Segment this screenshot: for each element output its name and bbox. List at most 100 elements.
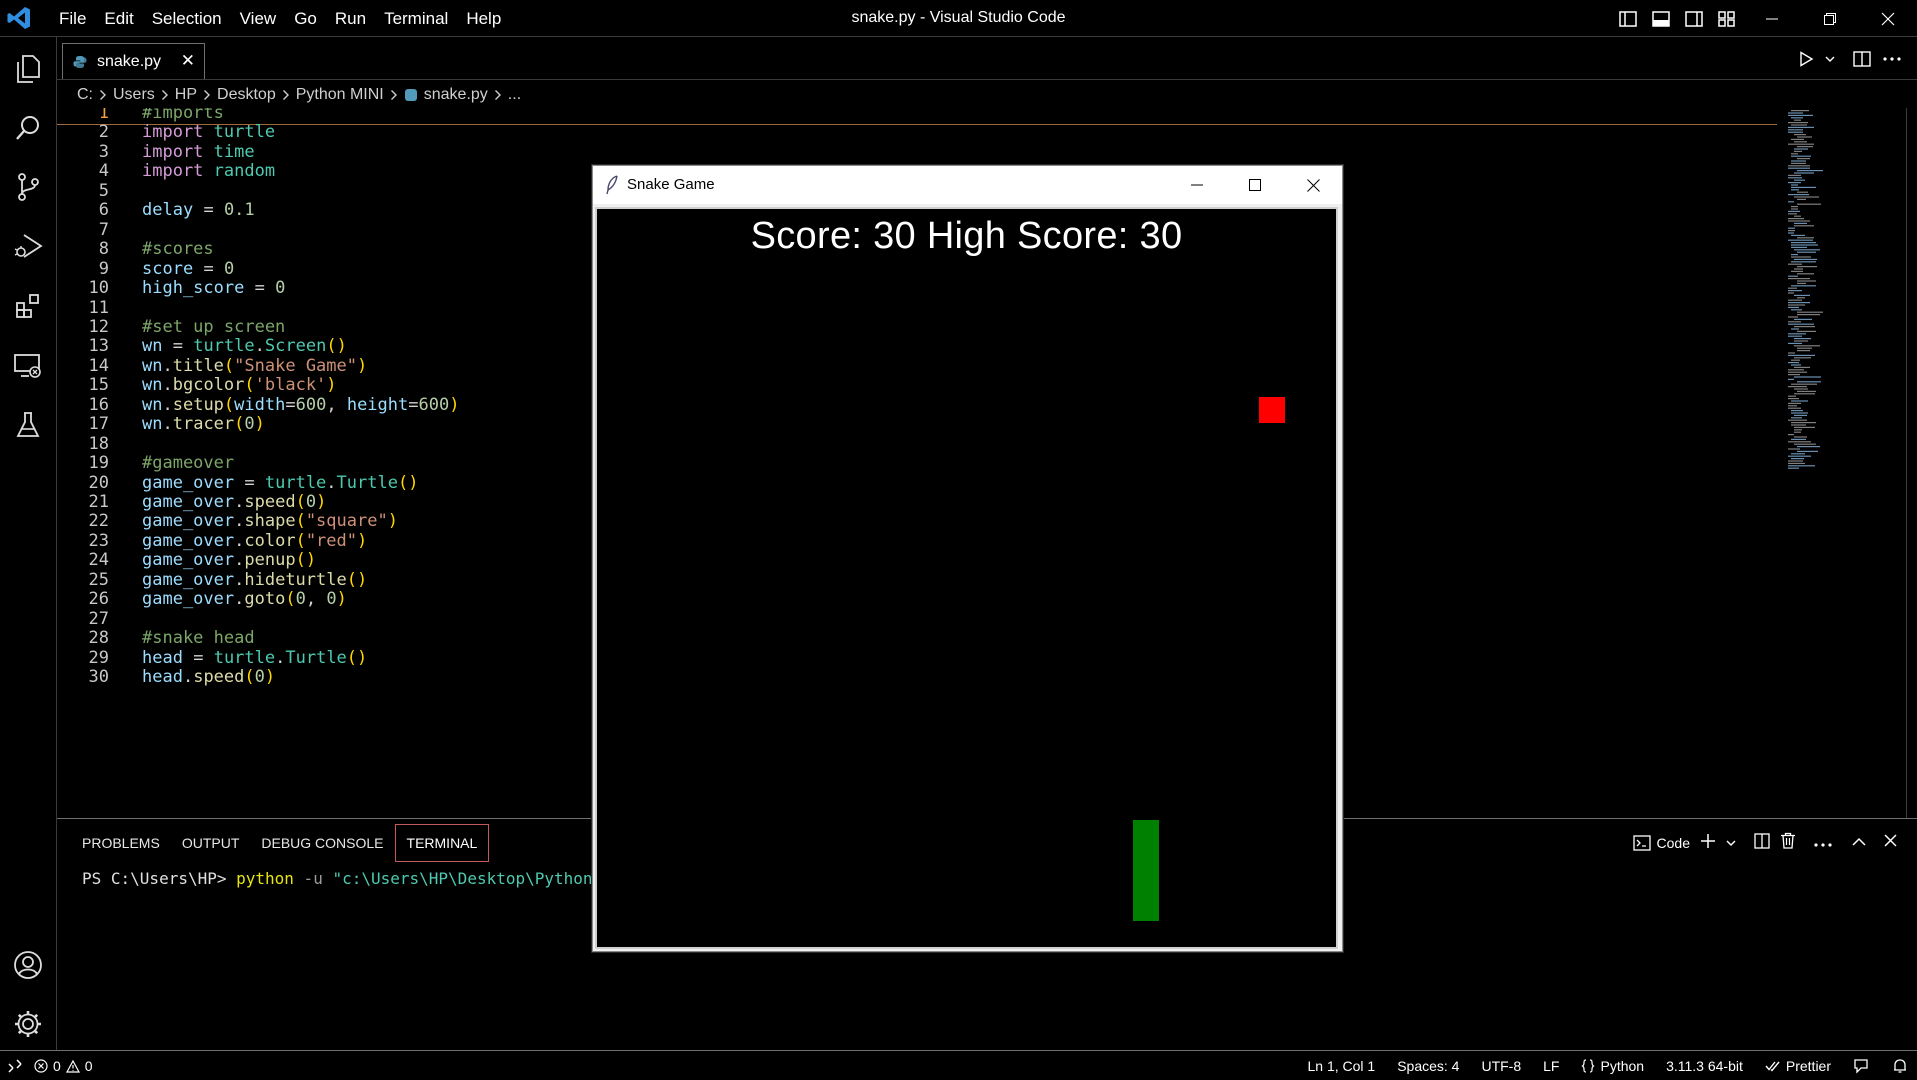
new-terminal-button[interactable] bbox=[1700, 833, 1716, 854]
extensions-button[interactable] bbox=[8, 286, 48, 326]
minimap-line bbox=[1788, 292, 1794, 294]
minimap-line bbox=[1794, 222, 1807, 224]
minimap-line bbox=[1791, 328, 1799, 330]
file-encoding[interactable]: UTF-8 bbox=[1481, 1058, 1521, 1074]
maximize-panel-button[interactable] bbox=[1852, 834, 1866, 852]
menu-selection[interactable]: Selection bbox=[143, 0, 231, 37]
accounts-button[interactable] bbox=[8, 945, 48, 985]
chevron-down-icon bbox=[1726, 840, 1736, 846]
menu-help[interactable]: Help bbox=[457, 0, 510, 37]
menu-file[interactable]: File bbox=[50, 0, 95, 37]
breadcrumb-item[interactable]: snake.py bbox=[424, 86, 488, 104]
tab-output[interactable]: OUTPUT bbox=[171, 825, 251, 861]
menu-terminal[interactable]: Terminal bbox=[375, 0, 457, 37]
split-editor-button[interactable] bbox=[1847, 44, 1877, 74]
language-mode[interactable]: Python bbox=[1581, 1058, 1644, 1074]
kill-terminal-button[interactable] bbox=[1780, 832, 1796, 854]
editor-scrollbar[interactable] bbox=[1906, 108, 1917, 818]
close-panel-button[interactable] bbox=[1884, 834, 1897, 852]
snake-close-button[interactable] bbox=[1284, 166, 1342, 204]
minimap-line bbox=[1788, 369, 1804, 371]
breadcrumb-item[interactable]: Python MINI bbox=[296, 86, 384, 104]
breadcrumb-item[interactable]: Users bbox=[113, 86, 155, 104]
remote-explorer-button[interactable] bbox=[8, 346, 48, 386]
menu-edit[interactable]: Edit bbox=[95, 0, 142, 37]
minimap-line bbox=[1794, 258, 1817, 260]
tab-terminal[interactable]: TERMINAL bbox=[394, 824, 490, 862]
minimap-line bbox=[1797, 330, 1816, 332]
split-terminal-button[interactable] bbox=[1754, 832, 1770, 854]
minimap-line bbox=[1794, 179, 1805, 181]
minimap-line bbox=[1788, 441, 1811, 443]
close-icon bbox=[1881, 12, 1895, 25]
snake-game-window[interactable]: Snake Game Score: 30 High Score: 30 bbox=[592, 165, 1343, 952]
terminal-argument: "c:\Users\HP\Desktop\Python MIN bbox=[332, 869, 632, 888]
breadcrumb-item[interactable]: C: bbox=[77, 86, 93, 104]
editor-tab-bar: snake.py ✕ bbox=[57, 37, 1917, 80]
snake-maximize-button[interactable] bbox=[1226, 166, 1284, 204]
remote-indicator-icon[interactable] bbox=[8, 1059, 22, 1073]
feather-icon bbox=[606, 175, 618, 195]
snake-window-titlebar[interactable]: Snake Game bbox=[593, 166, 1342, 204]
tab-close-icon[interactable]: ✕ bbox=[181, 51, 195, 71]
indentation-setting[interactable]: Spaces: 4 bbox=[1397, 1058, 1459, 1074]
problems-indicator[interactable]: 0 0 bbox=[34, 1058, 93, 1074]
minimap-line bbox=[1794, 443, 1816, 445]
minimap-line bbox=[1788, 402, 1801, 404]
warning-count: 0 bbox=[84, 1058, 93, 1074]
breadcrumb-item[interactable]: ... bbox=[508, 86, 521, 104]
snake-minimize-button[interactable] bbox=[1168, 166, 1226, 204]
terminal-profile-selector[interactable]: Code bbox=[1632, 835, 1690, 851]
layout-sidebar-left-icon bbox=[1618, 10, 1637, 27]
run-python-file-button[interactable] bbox=[1791, 44, 1821, 74]
minimap-line bbox=[1791, 160, 1806, 162]
game-canvas[interactable]: Score: 30 High Score: 30 bbox=[595, 207, 1338, 949]
testing-button[interactable] bbox=[8, 405, 48, 445]
manage-settings-button[interactable] bbox=[8, 1004, 48, 1044]
python-file-icon bbox=[404, 89, 417, 101]
panel-more-actions-button[interactable] bbox=[1814, 834, 1832, 852]
terminal-dropdown-button[interactable] bbox=[1726, 834, 1736, 852]
restore-button[interactable] bbox=[1801, 0, 1859, 37]
minimap-line bbox=[1791, 410, 1803, 412]
more-actions-button[interactable] bbox=[1877, 44, 1907, 74]
minimap-line bbox=[1794, 141, 1807, 143]
tab-problems[interactable]: PROBLEMS bbox=[71, 825, 171, 861]
formatter-status[interactable]: Prettier bbox=[1765, 1058, 1831, 1074]
minimap-line bbox=[1791, 438, 1806, 440]
python-interpreter[interactable]: 3.11.3 64-bit bbox=[1666, 1058, 1743, 1074]
terminal-command: python bbox=[236, 869, 294, 888]
tab-debug-console[interactable]: DEBUG CONSOLE bbox=[250, 825, 394, 861]
terminal-output-line[interactable]: PS C:\Users\HP> python -u "c:\Users\HP\D… bbox=[82, 869, 631, 888]
run-debug-button[interactable] bbox=[8, 226, 48, 266]
cursor-position[interactable]: Ln 1, Col 1 bbox=[1307, 1058, 1375, 1074]
trash-icon bbox=[1781, 832, 1795, 849]
menu-run[interactable]: Run bbox=[326, 0, 375, 37]
menu-view[interactable]: View bbox=[231, 0, 286, 37]
minimap-line bbox=[1788, 374, 1800, 376]
close-window-button[interactable] bbox=[1859, 0, 1917, 37]
notifications-bell-icon[interactable] bbox=[1893, 1058, 1907, 1074]
feedback-icon[interactable] bbox=[1853, 1058, 1871, 1074]
source-control-button[interactable] bbox=[8, 167, 48, 207]
end-of-line[interactable]: LF bbox=[1543, 1058, 1559, 1074]
run-dropdown-button[interactable] bbox=[1821, 44, 1839, 74]
tab-snake-py[interactable]: snake.py ✕ bbox=[62, 43, 205, 79]
minimize-button[interactable] bbox=[1743, 0, 1801, 37]
breadcrumb-item[interactable]: Desktop bbox=[217, 86, 276, 104]
toggle-panel-button[interactable] bbox=[1644, 0, 1677, 37]
remote-explorer-icon bbox=[14, 354, 41, 378]
minimap-line bbox=[1791, 206, 1798, 208]
search-button[interactable] bbox=[8, 108, 48, 148]
toggle-primary-sidebar-button[interactable] bbox=[1611, 0, 1644, 37]
minimap-line bbox=[1788, 342, 1802, 344]
toggle-secondary-sidebar-button[interactable] bbox=[1677, 0, 1710, 37]
menu-go[interactable]: Go bbox=[285, 0, 326, 37]
customize-layout-button[interactable] bbox=[1710, 0, 1743, 37]
settings-gear-icon bbox=[15, 1011, 41, 1037]
minimap[interactable] bbox=[1785, 108, 1905, 478]
explorer-button[interactable] bbox=[8, 49, 48, 89]
breadcrumb-item[interactable]: HP bbox=[175, 86, 197, 104]
minimap-line bbox=[1788, 460, 1803, 462]
minimap-line bbox=[1794, 148, 1808, 150]
